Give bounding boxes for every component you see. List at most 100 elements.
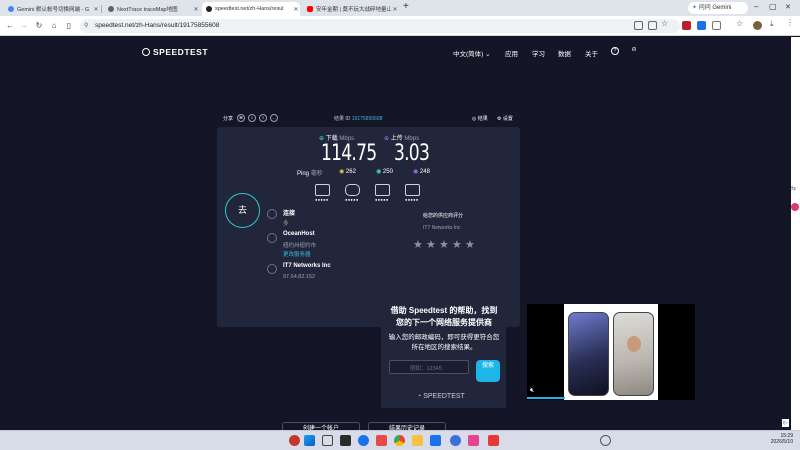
menu-icon[interactable]: ⋮	[786, 18, 794, 27]
create-account-button[interactable]: 创建一个帐户	[282, 422, 360, 430]
site-info-icon[interactable]: ⚲	[84, 19, 88, 33]
speedtest-favicon	[206, 6, 212, 12]
rating-star-3[interactable]: ★	[439, 238, 449, 251]
clock[interactable]: 15:29 2026/5/10	[763, 433, 793, 445]
rate-isp-name: IT7 Networks Inc	[423, 225, 461, 231]
app-pink-icon[interactable]	[468, 435, 479, 446]
go-button[interactable]: 去	[225, 193, 260, 228]
extensions-puzzle-icon[interactable]	[712, 21, 721, 30]
task-view-icon[interactable]	[322, 435, 333, 446]
reload-icon[interactable]: ↻	[33, 20, 45, 32]
extension-red-icon[interactable]	[682, 21, 691, 30]
isp-name: IT7 Networks Inc	[283, 263, 331, 269]
minimize-button[interactable]: –	[754, 2, 758, 11]
promo-logo: ◔ SPEEDTEST	[417, 393, 465, 400]
ping-idle-value: 262	[345, 169, 356, 175]
ask-gemini-button[interactable]: ✦ 问问 Gemini	[688, 2, 748, 14]
translate-icon[interactable]	[648, 21, 657, 30]
tray-circle-icon[interactable]	[600, 435, 611, 446]
app-bird-icon[interactable]	[450, 435, 461, 446]
app-red-icon[interactable]	[376, 435, 387, 446]
side-extension-icon[interactable]	[791, 203, 799, 211]
home-icon[interactable]: ⌂	[48, 20, 60, 32]
nav-apps[interactable]: 应用	[505, 48, 518, 58]
url-text: speedtest.net/zh-Hans/result/19175855608	[95, 22, 220, 29]
nav-about[interactable]: 关于	[585, 48, 598, 58]
rating-star-4[interactable]: ★	[452, 238, 462, 251]
link-share-icon[interactable]: ⌘	[237, 114, 245, 122]
user-icon[interactable]: ⍝	[632, 46, 636, 54]
speedtest-page: SPEEDTEST 中文(简体) ⌄ 应用 学习 数据 关于 ? ⍝ 分享 ⌘ …	[0, 37, 791, 430]
change-server-link[interactable]: 更改服务器	[283, 250, 311, 258]
download-icon[interactable]: ⤓	[770, 19, 774, 29]
ping-idle-icon: ◉	[339, 169, 345, 175]
more-share-icon[interactable]: …	[270, 114, 278, 122]
results-button[interactable]: ◎ 结果	[472, 115, 488, 122]
close-tab-icon[interactable]: ✕	[292, 6, 300, 13]
close-window-button[interactable]: ✕	[785, 3, 791, 11]
close-tab-icon[interactable]: ✕	[391, 6, 399, 13]
file-explorer-icon[interactable]	[412, 435, 423, 446]
chrome-icon[interactable]	[394, 435, 405, 446]
maximize-button[interactable]: ▢	[769, 2, 777, 11]
ask-gemini-label: 问问 Gemini	[698, 5, 732, 11]
check-circle-icon: ◎	[472, 116, 477, 122]
zip-placeholder: 例如：12345	[410, 366, 442, 372]
side-share-icon[interactable]: ⇆	[791, 185, 799, 193]
zip-code-input[interactable]: 例如：12345	[389, 360, 469, 374]
app-store-icon[interactable]	[430, 435, 441, 446]
help-icon[interactable]: ?	[611, 47, 619, 55]
twitter-share-icon[interactable]: t	[248, 114, 256, 122]
upload-speed: 3.03	[394, 141, 430, 166]
bookmarks-icon[interactable]: ☆	[736, 19, 743, 28]
nav-language[interactable]: 中文(简体) ⌄	[453, 48, 491, 58]
browsing-icon	[315, 184, 330, 196]
chevron-down-icon: ⌄	[485, 51, 491, 58]
ad-phone-right-image	[613, 312, 654, 396]
extension-blue-icon[interactable]	[697, 21, 706, 30]
close-tab-icon[interactable]: ✕	[92, 6, 100, 13]
profile-avatar[interactable]	[753, 21, 762, 30]
close-tab-icon[interactable]: ✕	[192, 6, 200, 13]
mute-icon[interactable]: 🔇︎	[530, 387, 534, 395]
video-ad[interactable]: 🔇︎	[527, 304, 695, 400]
clock-date: 2026/5/10	[770, 439, 793, 445]
wps-icon[interactable]	[488, 435, 499, 446]
nav-learn[interactable]: 学习	[532, 48, 545, 58]
download-speed: 114.75	[321, 141, 377, 166]
promo-logo-icon: ◔	[417, 393, 422, 400]
address-bar[interactable]: ⚲ speedtest.net/zh-Hans/result/191758556…	[80, 19, 680, 33]
tab-title: 安年金期 | 奠不玩大战碎地量山	[316, 7, 391, 13]
browser-tab-bar: Gemini 默认帐号切换网端 - G ✕ NextTrace traceMap…	[0, 0, 800, 16]
no-camera-icon[interactable]	[634, 21, 643, 30]
gaming-icon	[345, 184, 360, 196]
speedtest-logo[interactable]: SPEEDTEST	[142, 47, 208, 57]
tab-nexttrace[interactable]: NextTrace traceMap地图 ✕	[104, 2, 200, 16]
video-progress	[527, 397, 565, 399]
rate-provider-title: 给您的供应商评分	[423, 213, 464, 219]
results-label: 结果	[477, 116, 488, 122]
video-call-icon	[405, 184, 420, 196]
ad-choices-icon[interactable]: i▷	[782, 419, 789, 427]
widget-icon[interactable]	[289, 435, 300, 446]
back-icon[interactable]: ←	[4, 20, 16, 32]
sidebar-icon[interactable]: ▯	[63, 20, 75, 32]
terminal-icon[interactable]	[340, 435, 351, 446]
rating-star-5[interactable]: ★	[465, 238, 475, 251]
forward-icon[interactable]: →	[18, 20, 30, 32]
app-blue-icon[interactable]	[358, 435, 369, 446]
tab-youtube[interactable]: 安年金期 | 奠不玩大战碎地量山 ✕	[303, 2, 399, 16]
bookmark-star-icon[interactable]: ☆	[661, 19, 668, 28]
nav-data[interactable]: 数据	[558, 48, 571, 58]
result-id-value[interactable]: 19175855608	[352, 116, 383, 122]
tab-gemini[interactable]: Gemini 默认帐号切换网端 - G ✕	[4, 2, 100, 16]
results-history-button[interactable]: 结果历史记录	[368, 422, 446, 430]
rating-star-2[interactable]: ★	[426, 238, 436, 251]
windows-start-icon[interactable]	[304, 435, 315, 446]
facebook-share-icon[interactable]: f	[259, 114, 267, 122]
tab-speedtest[interactable]: speedtest.net/zh-Hans/resul ✕	[202, 2, 300, 16]
zip-search-button[interactable]: 搜索	[476, 360, 500, 382]
rating-star-1[interactable]: ★	[413, 238, 423, 251]
new-tab-button[interactable]: +	[403, 1, 409, 12]
settings-button[interactable]: ⚙ 设置	[497, 115, 513, 122]
